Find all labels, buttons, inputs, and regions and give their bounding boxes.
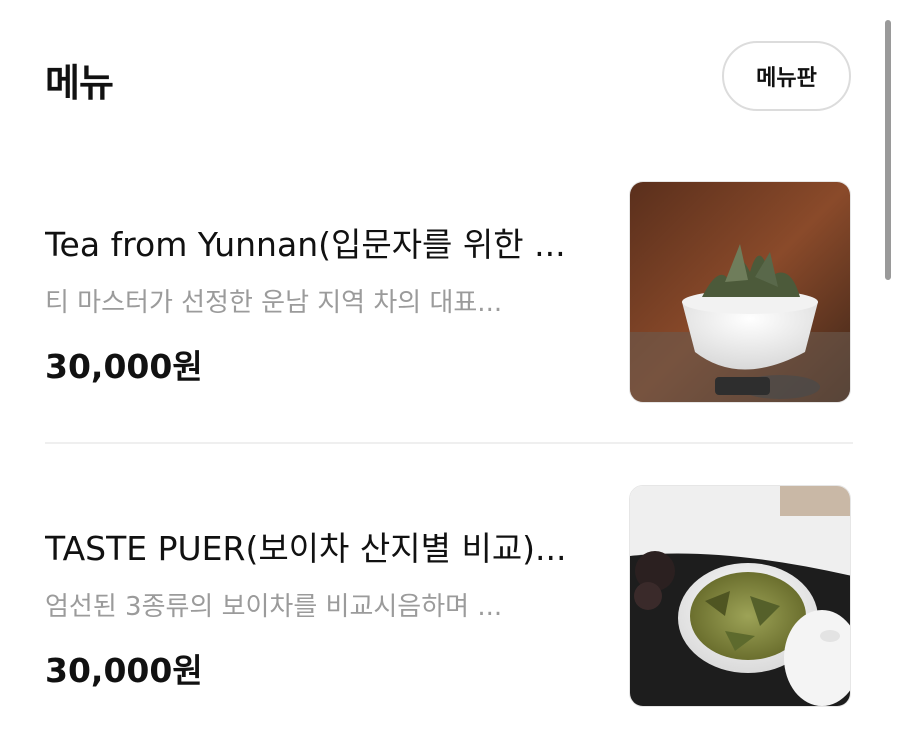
menu-item-name: Tea from Yunnan(입문자를 위한 ... — [45, 225, 566, 264]
page-header: 메뉴 메뉴판 — [0, 0, 900, 140]
menu-item-description: 티 마스터가 선정한 운남 지역 차의 대표... — [45, 288, 503, 318]
menu-item-price: 30,000원 — [45, 347, 203, 386]
menu-item[interactable]: TASTE PUER(보이차 산지별 비교)... 엄선된 3종류의 보이차를 … — [0, 484, 900, 724]
gaiwan-photo-icon — [630, 486, 850, 706]
tea-cup-photo-icon — [630, 182, 850, 402]
menu-item-price: 30,000원 — [45, 651, 203, 690]
menu-item-description: 엄선된 3종류의 보이차를 비교시음하며 ... — [45, 592, 503, 622]
menu-item-photo — [629, 181, 851, 403]
page-title: 메뉴 — [45, 61, 114, 105]
menu-item-name: TASTE PUER(보이차 산지별 비교)... — [45, 529, 567, 568]
menu-item[interactable]: Tea from Yunnan(입문자를 위한 ... 티 마스터가 선정한 운… — [0, 180, 900, 420]
menu-item-photo — [629, 485, 851, 707]
menu-board-button[interactable]: 메뉴판 — [722, 41, 851, 111]
item-divider — [45, 442, 853, 444]
